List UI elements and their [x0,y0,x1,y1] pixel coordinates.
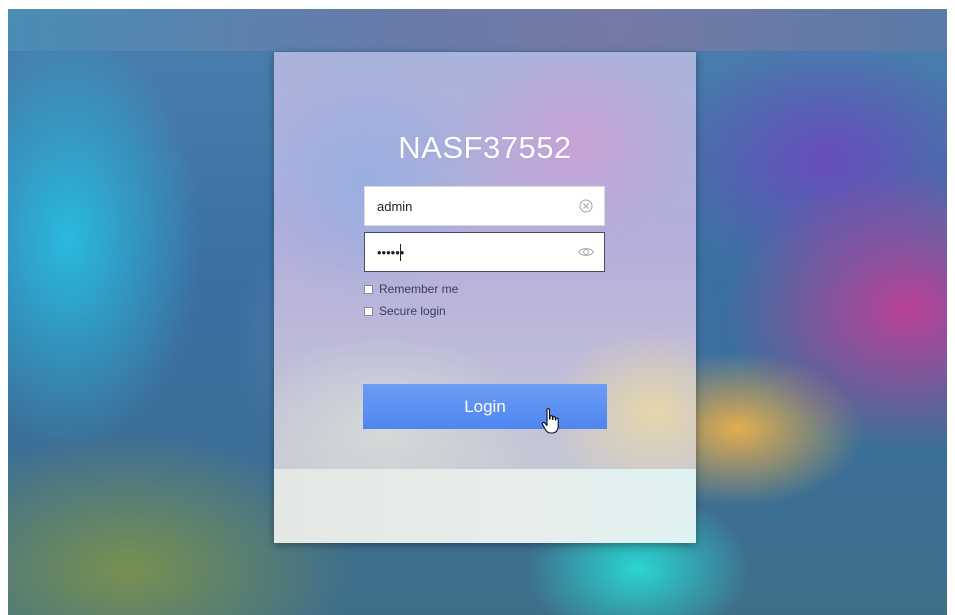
top-bar [8,9,947,51]
password-field[interactable] [364,232,605,272]
remember-me-option[interactable]: Remember me [364,281,458,297]
text-cursor [400,244,401,261]
desktop-background: NASF37552 admin •••••• Remember me Secur… [8,9,947,615]
login-panel-footer [274,469,696,543]
secure-login-option[interactable]: Secure login [364,303,446,319]
login-panel: NASF37552 admin •••••• Remember me Secur… [274,52,696,543]
secure-login-label: Secure login [379,304,446,318]
device-name-title: NASF37552 [398,130,572,165]
hand-pointer-icon [541,407,563,435]
login-panel-body: NASF37552 admin •••••• Remember me Secur… [274,52,696,469]
username-input[interactable] [365,187,565,225]
remember-me-checkbox[interactable] [364,284,373,294]
clear-circle-icon[interactable] [578,198,594,214]
eye-icon[interactable] [577,244,595,260]
password-input[interactable] [365,233,565,271]
remember-me-label: Remember me [379,282,459,296]
username-field[interactable] [364,186,605,226]
login-button[interactable]: Login [363,384,607,429]
secure-login-checkbox[interactable] [364,306,373,316]
